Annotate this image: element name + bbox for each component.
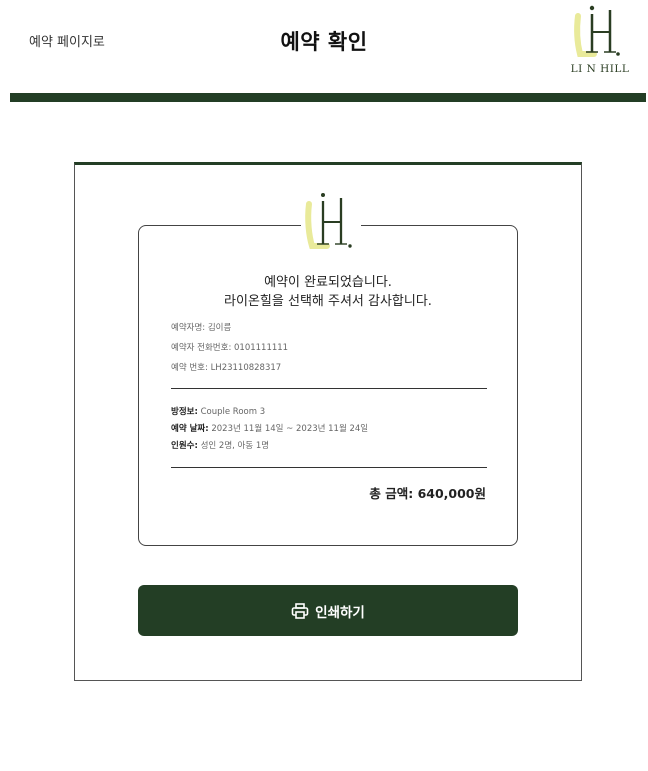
guests-value: 성인 2명, 아동 1명 xyxy=(200,441,270,451)
lh-monogram-icon xyxy=(305,193,352,249)
reserver-phone-value: 0101111111 xyxy=(234,343,289,353)
reservation-number-value: LH23110828317 xyxy=(210,363,282,373)
print-button[interactable]: 인쇄하기 xyxy=(138,585,518,636)
brand-name: LI N HILL xyxy=(570,63,630,75)
guests-row: 인원수: 성인 2명, 아동 1명 xyxy=(171,439,269,451)
printer-icon xyxy=(291,602,309,619)
reservation-number-row: 예약 번호: LH23110828317 xyxy=(171,361,281,373)
header-divider xyxy=(10,93,646,102)
reserver-phone-label: 예약자 전화번호: xyxy=(171,343,232,353)
completion-message: 예약이 완료되었습니다. xyxy=(264,275,392,290)
total-amount-label: 총 금액: xyxy=(369,486,414,501)
room-info-value: Couple Room 3 xyxy=(200,407,266,417)
reserver-phone-row: 예약자 전화번호: 0101111111 xyxy=(171,341,288,353)
reserver-name-label: 예약자명: xyxy=(171,323,206,333)
section-divider xyxy=(171,467,487,468)
reserver-name-value: 김이름 xyxy=(207,323,232,333)
reserver-name-row: 예약자명: 김이름 xyxy=(171,321,231,333)
room-info-row: 방정보: Couple Room 3 xyxy=(171,405,265,417)
reservation-number-label: 예약 번호: xyxy=(171,363,208,373)
print-button-label: 인쇄하기 xyxy=(315,604,365,621)
reservation-dates-label: 예약 날짜: xyxy=(171,424,209,434)
reservation-dates-row: 예약 날짜: 2023년 11월 14일 ~ 2023년 11월 24일 xyxy=(171,422,368,434)
card-logo xyxy=(301,190,361,252)
brand-logo[interactable]: LI N HILL xyxy=(564,2,636,78)
page-title: 예약 확인 xyxy=(280,30,368,54)
total-amount-value: 640,000원 xyxy=(417,486,486,501)
reservation-receipt: 예약이 완료되었습니다. 라이온힐을 선택해 주셔서 감사합니다. 예약자명: … xyxy=(138,225,518,546)
room-info-label: 방정보: xyxy=(171,407,198,417)
guests-label: 인원수: xyxy=(171,441,198,451)
total-amount: 총 금액: 640,000원 xyxy=(369,483,486,502)
reservation-dates-value: 2023년 11월 14일 ~ 2023년 11월 24일 xyxy=(211,424,369,434)
thanks-message: 라이온힐을 선택해 주셔서 감사합니다. xyxy=(224,294,432,309)
page-header: 예약 페이지로 예약 확인 LI N HILL xyxy=(0,0,648,94)
lh-monogram-icon xyxy=(574,5,620,57)
section-divider xyxy=(171,388,487,389)
